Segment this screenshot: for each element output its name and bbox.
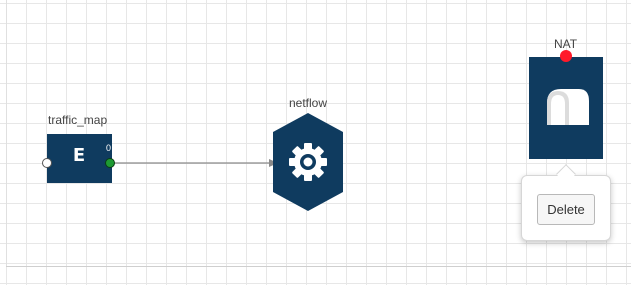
nat-label: NAT (554, 37, 578, 51)
gear-icon (289, 143, 327, 181)
traffic-map-input-port[interactable] (42, 158, 52, 168)
mailbox-icon (547, 89, 589, 125)
nat-node[interactable] (529, 57, 603, 159)
canvas-bottom-edge (6, 266, 631, 267)
netflow-node[interactable] (273, 113, 343, 211)
netflow-hexagon (273, 113, 343, 211)
delete-button[interactable]: Delete (537, 194, 595, 225)
netflow-label: netflow (289, 96, 328, 110)
traffic-map-icon: E (72, 145, 86, 166)
traffic-map-label: traffic_map (48, 113, 108, 127)
nat-input-port[interactable] (560, 50, 572, 62)
traffic-map-node[interactable]: E (47, 134, 112, 183)
canvas-left-edge (6, 0, 7, 266)
traffic-map-output-port-index: 0 (106, 143, 112, 153)
traffic-map-output-port[interactable] (105, 158, 115, 168)
